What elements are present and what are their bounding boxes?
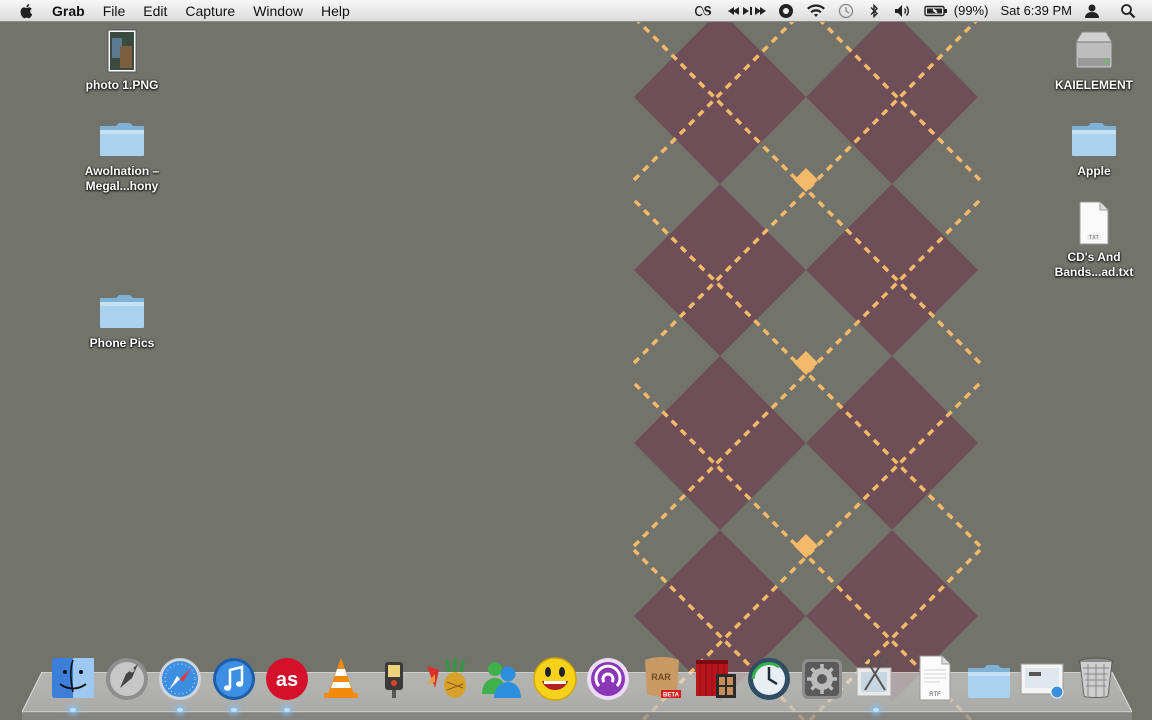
folder-icon	[100, 295, 144, 328]
dock-item-grab[interactable]	[851, 652, 903, 712]
bittorrent-icon	[587, 658, 629, 700]
svg-text:RAR: RAR	[651, 672, 671, 682]
desktop-icon-label: Awolnation – Megal...hony	[84, 164, 160, 193]
dock-item-adium[interactable]	[423, 652, 475, 704]
image-file-icon	[107, 29, 137, 73]
menu-capture[interactable]: Capture	[176, 0, 244, 22]
svg-text:RTF: RTF	[929, 692, 941, 698]
downloads-stack-icon	[1020, 663, 1064, 699]
desktop-icon-phone-pics-folder[interactable]: Phone Pics	[62, 286, 182, 351]
dock-item-messenger[interactable]	[476, 652, 528, 704]
menu-edit[interactable]: Edit	[134, 0, 176, 22]
svg-text:as: as	[276, 669, 298, 691]
dock-item-rtf-document[interactable]: RTF	[910, 652, 962, 704]
messenger-icon	[482, 662, 521, 698]
dock-item-launchpad[interactable]	[102, 652, 154, 704]
wifi-icon[interactable]	[806, 3, 826, 19]
adium-icon	[426, 658, 466, 698]
dock-item-time-machine[interactable]	[744, 652, 796, 704]
svg-text:BETA: BETA	[663, 693, 680, 699]
desktop-icon-cds-bands-txt[interactable]: TXT CD's And Bands...ad.txt	[1034, 200, 1152, 280]
apple-menu-icon[interactable]	[18, 2, 36, 20]
vlc-icon	[323, 658, 358, 698]
dock-item-usb-overdrive[interactable]	[369, 652, 421, 704]
search-icon[interactable]	[1120, 3, 1136, 19]
dock-item-safari[interactable]	[155, 652, 207, 712]
clock[interactable]: Sat 6:39 PM	[1000, 3, 1072, 18]
finder-icon	[52, 658, 94, 698]
dock-item-unrar[interactable]: RAR BETA	[637, 652, 689, 704]
time-machine-icon	[747, 658, 790, 700]
system-preferences-icon	[802, 659, 842, 699]
hard-drive-icon	[1075, 31, 1113, 69]
battery-icon[interactable]	[924, 3, 948, 19]
dock-item-finder[interactable]	[48, 652, 100, 712]
dock-item-bittorrent[interactable]	[583, 652, 635, 704]
desktop-icon-awolnation-folder[interactable]: Awolnation – Megal...hony	[62, 114, 182, 194]
streaming-app-icon[interactable]	[778, 3, 794, 19]
lastfm-icon[interactable]	[694, 3, 714, 19]
menu-help[interactable]: Help	[312, 0, 359, 22]
dock-item-lastfm[interactable]: as	[262, 652, 314, 712]
rtf-document-icon: RTF	[919, 655, 951, 701]
itunes-icon	[212, 658, 255, 700]
dock-item-photo-booth[interactable]	[690, 652, 742, 704]
dock-item-documents-stack[interactable]	[964, 652, 1016, 704]
dock-item-trash[interactable]	[1071, 652, 1123, 704]
desktop-icon-apple-folder[interactable]: Apple	[1034, 114, 1152, 179]
app-menu-grab[interactable]: Grab	[48, 0, 94, 22]
dock-item-yahoo-messenger[interactable]	[530, 652, 582, 704]
dock-item-vlc[interactable]	[316, 652, 368, 704]
yahoo-messenger-icon	[532, 657, 577, 701]
menu-bar: Grab File Edit Capture Window Help (99%)…	[0, 0, 1152, 22]
desktop-icon-label: Apple	[1077, 164, 1111, 178]
desktop-icon-label: KAIELEMENT	[1055, 78, 1133, 92]
bluetooth-icon[interactable]	[866, 3, 882, 19]
user-icon[interactable]	[1084, 3, 1100, 19]
desktop-wallpaper	[615, 0, 999, 720]
dock-item-itunes[interactable]	[209, 652, 261, 712]
time-machine-status-icon[interactable]	[838, 3, 854, 19]
documents-stack-icon	[967, 665, 1010, 698]
txt-file-icon: TXT	[1079, 201, 1109, 245]
volume-icon[interactable]	[894, 3, 912, 19]
trash-icon	[1078, 657, 1113, 698]
photo-booth-icon	[696, 660, 736, 698]
desktop-icon-kaielement-drive[interactable]: KAIELEMENT	[1034, 28, 1152, 93]
grab-icon	[856, 656, 891, 697]
menu-file[interactable]: File	[94, 0, 135, 22]
folder-icon	[100, 123, 144, 156]
desktop-icon-label: CD's And Bands...ad.txt	[1054, 250, 1134, 279]
dock: as RAR BETA RTF	[48, 652, 1124, 712]
folder-icon	[1072, 123, 1116, 156]
usb-overdrive-icon	[385, 662, 403, 698]
battery-percent: (99%)	[953, 3, 989, 18]
unrar-beta-icon: RAR BETA	[644, 657, 681, 699]
desktop-icon-photo[interactable]: photo 1.PNG	[62, 28, 182, 93]
svg-text:TXT: TXT	[1089, 235, 1098, 241]
dock-item-downloads-stack[interactable]	[1017, 652, 1069, 704]
media-controls-icon[interactable]	[726, 3, 766, 19]
desktop-icon-label: photo 1.PNG	[85, 78, 159, 92]
dock-item-system-preferences[interactable]	[797, 652, 849, 704]
safari-icon	[159, 658, 201, 700]
launchpad-icon	[105, 658, 148, 700]
desktop-icon-label: Phone Pics	[89, 336, 155, 350]
lastfm-icon: as	[266, 658, 308, 700]
menu-window[interactable]: Window	[244, 0, 312, 22]
